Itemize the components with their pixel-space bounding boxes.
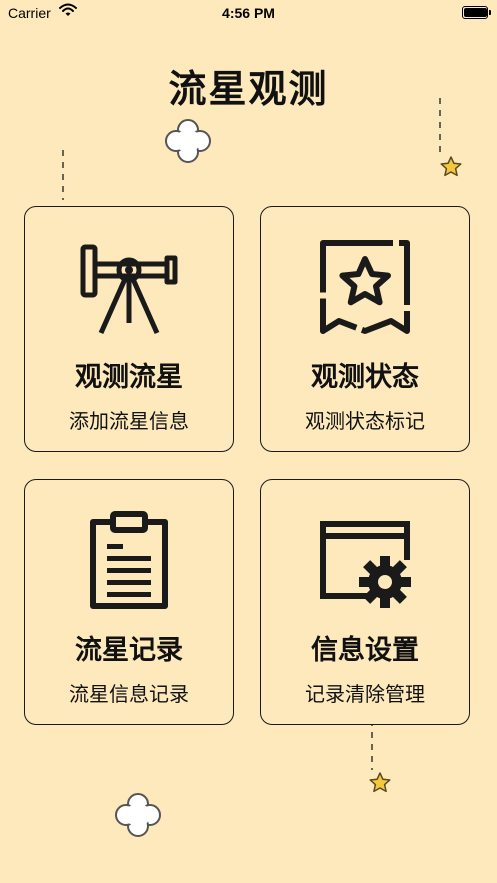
battery-level xyxy=(464,8,487,17)
battery-icon xyxy=(462,6,491,19)
window-gear-icon xyxy=(320,521,411,608)
falling-trail xyxy=(371,720,373,770)
info-settings-card[interactable]: 信息设置 记录清除管理 xyxy=(260,479,470,725)
status-bar: Carrier 4:56 PM xyxy=(0,0,497,26)
card-title: 信息设置 xyxy=(311,635,419,666)
observe-meteor-card[interactable]: 观测流星 添加流星信息 xyxy=(24,206,234,452)
clock-time: 4:56 PM xyxy=(222,5,275,21)
telescope-icon xyxy=(80,244,178,335)
star-badge-icon xyxy=(320,240,410,334)
page-title: 流星观测 xyxy=(168,67,329,111)
cloud-icon xyxy=(115,793,161,837)
star-icon xyxy=(369,772,391,793)
card-title: 观测流星 xyxy=(75,362,183,393)
card-title: 流星记录 xyxy=(75,635,183,666)
card-title: 观测状态 xyxy=(311,362,419,393)
card-subtitle: 观测状态标记 xyxy=(305,409,425,433)
star-icon xyxy=(440,156,462,177)
observe-status-card[interactable]: 观测状态 观测状态标记 xyxy=(260,206,470,452)
cloud-icon xyxy=(165,119,211,163)
falling-trail xyxy=(439,98,441,156)
card-subtitle: 记录清除管理 xyxy=(305,682,425,706)
clipboard-icon xyxy=(90,511,168,609)
card-subtitle: 流星信息记录 xyxy=(69,682,189,706)
falling-trail xyxy=(62,150,64,200)
card-subtitle: 添加流星信息 xyxy=(69,409,189,433)
meteor-records-card[interactable]: 流星记录 流星信息记录 xyxy=(24,479,234,725)
